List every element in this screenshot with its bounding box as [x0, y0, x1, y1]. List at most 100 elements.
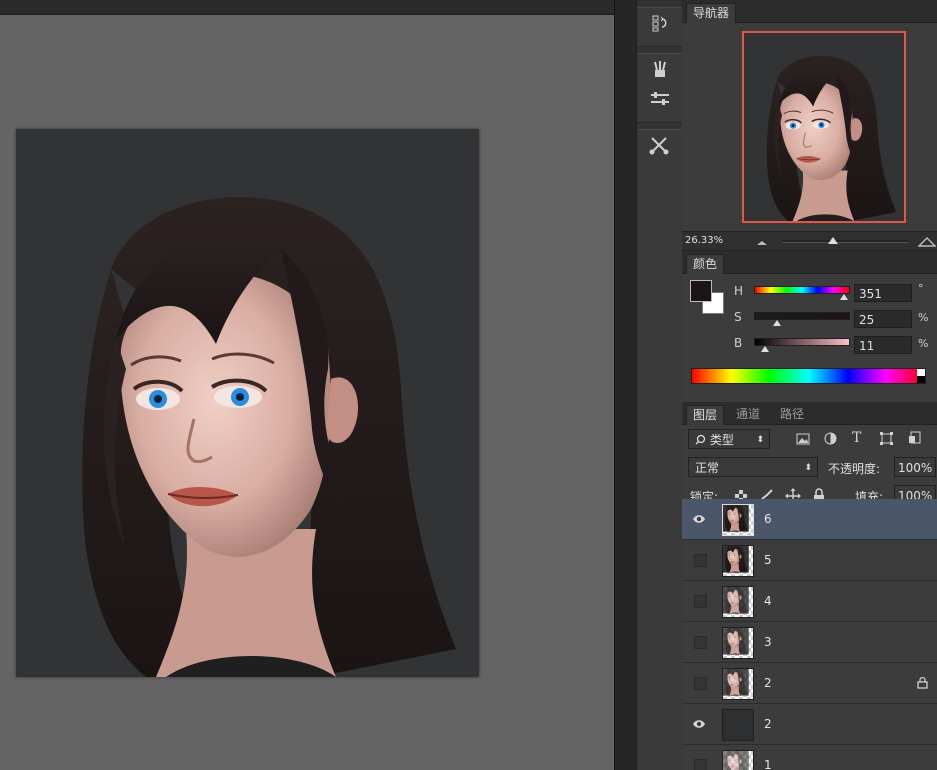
layer-row[interactable]: 5: [682, 540, 937, 581]
layer-thumbnail[interactable]: [722, 504, 754, 536]
tab-color[interactable]: 颜色: [686, 254, 725, 274]
visibility-toggle[interactable]: [694, 636, 707, 649]
history-button[interactable]: [637, 8, 682, 38]
filter-pixel-icon[interactable]: [796, 433, 810, 445]
zoom-out-icon[interactable]: [756, 236, 768, 246]
collapsed-panel-strip: [636, 0, 683, 770]
visibility-toggle[interactable]: [694, 759, 707, 770]
saturation-label: S: [734, 310, 742, 324]
search-icon: [695, 434, 706, 445]
tab-paths[interactable]: 路径: [774, 405, 810, 424]
opacity-label: 不透明度:: [828, 462, 881, 476]
saturation-input[interactable]: 25: [854, 310, 912, 328]
brushes-icon: [653, 61, 666, 77]
layer-name: 5: [764, 553, 772, 567]
visibility-toggle[interactable]: [694, 554, 707, 567]
chevron-updown-icon: ⬍: [804, 463, 812, 473]
layer-name: 6: [764, 512, 772, 526]
saturation-slider[interactable]: [754, 312, 850, 320]
color-panel: H 351 ° S 25 % B 11 %: [682, 274, 937, 402]
eye-icon[interactable]: [692, 512, 706, 526]
filter-smart-object-icon[interactable]: [908, 431, 922, 445]
filter-adjustment-icon[interactable]: [824, 432, 837, 445]
strip-grip: [637, 122, 682, 130]
navigator-panel: [682, 23, 937, 231]
layers-tab-bar: 图层 通道 路径: [682, 402, 937, 425]
right-panel-dock: 导航器 26.33% 颜色 H 351 ° S 25 % B 11 % 图层 通…: [682, 0, 937, 770]
layer-thumbnail[interactable]: [722, 586, 754, 618]
history-icon: [652, 15, 666, 32]
navigator-zoom-bar: 26.33%: [682, 231, 937, 251]
layer-filter-select[interactable]: 类型 ⬍: [688, 429, 770, 449]
hue-label: H: [734, 284, 744, 298]
saturation-unit: %: [918, 311, 929, 324]
navigator-thumbnail: [744, 33, 904, 221]
tool-presets-button[interactable]: [637, 130, 682, 160]
zoom-in-icon[interactable]: [918, 234, 936, 247]
hue-input[interactable]: 351: [854, 284, 912, 302]
brush-settings-button[interactable]: [637, 84, 682, 114]
hue-slider-thumb[interactable]: [840, 294, 848, 300]
saturation-slider-thumb[interactable]: [773, 320, 781, 326]
layer-row[interactable]: 6: [682, 499, 937, 540]
strip-grip: [637, 46, 682, 54]
filter-type-icon[interactable]: T: [852, 430, 861, 446]
tools-icon: [649, 137, 668, 155]
brush-settings-icon: [650, 92, 669, 105]
zoom-slider-thumb[interactable]: [828, 235, 838, 245]
chevron-updown-icon: ⬍: [756, 435, 764, 445]
blend-mode-select[interactable]: 正常 ⬍: [688, 457, 818, 477]
foreground-color-swatch[interactable]: [690, 280, 712, 302]
tab-navigator[interactable]: 导航器: [686, 3, 737, 23]
layer-row[interactable]: 4: [682, 581, 937, 622]
tab-channels[interactable]: 通道: [730, 405, 766, 424]
layer-thumbnail[interactable]: [722, 668, 754, 700]
blend-mode-value: 正常: [695, 461, 720, 475]
layer-row[interactable]: 1: [682, 745, 937, 770]
brightness-slider-thumb[interactable]: [761, 346, 769, 352]
portrait-artwork: [16, 129, 479, 677]
visibility-toggle[interactable]: [694, 595, 707, 608]
brightness-slider[interactable]: [754, 338, 850, 346]
layer-row[interactable]: 2: [682, 704, 937, 745]
document-canvas[interactable]: [16, 129, 479, 677]
hue-unit: °: [918, 282, 924, 295]
layer-name: 1: [764, 758, 772, 770]
brush-presets-button[interactable]: [637, 54, 682, 84]
lock-icon: [917, 676, 928, 689]
layer-name: 2: [764, 676, 772, 690]
layer-filter-row: 类型 ⬍ T: [682, 425, 937, 453]
panel-divider: [614, 0, 637, 770]
color-tab-bar: 颜色: [682, 251, 937, 274]
layer-filter-label: 类型: [709, 433, 734, 447]
visibility-toggle[interactable]: [694, 677, 707, 690]
document-canvas-area[interactable]: [0, 0, 614, 770]
navigator-tab-bar: 导航器: [682, 0, 937, 23]
layer-thumbnail[interactable]: [722, 545, 754, 577]
strip-grip: [637, 0, 682, 8]
tab-layers[interactable]: 图层: [686, 405, 725, 425]
layer-row[interactable]: 3: [682, 622, 937, 663]
zoom-slider-track[interactable]: [782, 240, 908, 243]
layer-thumbnail[interactable]: [722, 709, 754, 741]
blend-opacity-row: 正常 ⬍ 不透明度: 100%: [682, 453, 937, 483]
layer-list: 6 5 4 3 2 2 1: [682, 499, 937, 770]
spectrum-white-swatch[interactable]: [917, 369, 925, 376]
filter-shape-icon[interactable]: [880, 432, 893, 445]
opacity-input[interactable]: 100%: [894, 457, 936, 477]
layer-thumbnail[interactable]: [722, 627, 754, 659]
brightness-label: B: [734, 336, 743, 350]
layer-name: 4: [764, 594, 772, 608]
layer-name: 2: [764, 717, 772, 731]
eye-icon[interactable]: [692, 717, 706, 731]
document-tab-bar: [0, 0, 614, 15]
color-spectrum-bar[interactable]: [691, 368, 926, 384]
layer-thumbnail[interactable]: [722, 750, 754, 770]
hue-slider[interactable]: [754, 286, 850, 294]
layer-row[interactable]: 2: [682, 663, 937, 704]
brightness-input[interactable]: 11: [854, 336, 912, 354]
layer-name: 3: [764, 635, 772, 649]
spectrum-black-swatch[interactable]: [917, 376, 925, 383]
navigator-preview[interactable]: [742, 31, 906, 223]
zoom-level[interactable]: 26.33%: [685, 235, 723, 246]
